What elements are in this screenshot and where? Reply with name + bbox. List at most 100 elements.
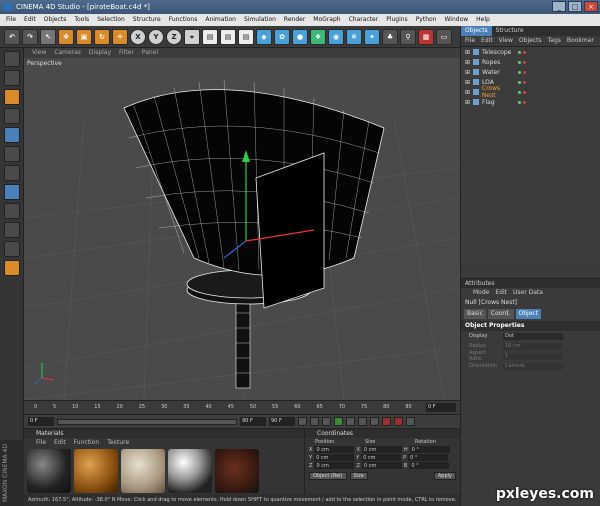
x-axis-icon[interactable]: X xyxy=(130,29,146,45)
polygons-mode-icon[interactable] xyxy=(4,165,20,181)
array-icon[interactable]: ❖ xyxy=(310,29,326,45)
expand-icon[interactable]: ⊞ xyxy=(465,49,470,56)
menu-functions[interactable]: Functions xyxy=(169,14,198,26)
autokey-icon[interactable] xyxy=(394,417,403,426)
size-x-field[interactable]: 0 cm xyxy=(361,446,402,453)
menu-file[interactable]: File xyxy=(6,14,16,26)
next-key-icon[interactable] xyxy=(358,417,367,426)
previous-frame-icon[interactable] xyxy=(322,417,331,426)
position-y-field[interactable]: 0 cm xyxy=(314,454,355,461)
viewport-menu-view[interactable]: View xyxy=(32,48,46,58)
display-select[interactable]: Dot xyxy=(503,332,563,340)
objects-menu-tags[interactable]: Tags xyxy=(548,36,561,46)
tab-structure[interactable]: Structure xyxy=(492,26,528,36)
keyframe-selection-icon[interactable] xyxy=(406,417,415,426)
menu-objects[interactable]: Objects xyxy=(44,14,67,26)
end-frame-field[interactable]: 90 F xyxy=(240,417,266,426)
previous-key-icon[interactable] xyxy=(310,417,319,426)
materials-menu-file[interactable]: File xyxy=(36,438,46,447)
nurbs-icon[interactable]: ● xyxy=(292,29,308,45)
tab-coord[interactable]: Coord. xyxy=(487,309,514,319)
size-y-field[interactable]: 0 cm xyxy=(361,454,402,461)
expand-icon[interactable]: ⊞ xyxy=(465,69,470,76)
menu-edit[interactable]: Edit xyxy=(24,14,36,26)
make-editable-icon[interactable] xyxy=(4,51,20,67)
object-row-crows-nest[interactable]: ⊞ Crows Nest xyxy=(461,85,600,99)
maximize-button[interactable]: □ xyxy=(568,1,582,12)
animation-mode-icon[interactable] xyxy=(4,241,20,257)
menu-window[interactable]: Window xyxy=(445,14,469,26)
materials-menu-texture[interactable]: Texture xyxy=(107,438,129,447)
camera-icon[interactable]: ✦ xyxy=(364,29,380,45)
record-icon[interactable] xyxy=(382,417,391,426)
visibility-dots[interactable] xyxy=(518,80,526,84)
points-mode-icon[interactable] xyxy=(4,127,20,143)
tab-objects[interactable]: Objects xyxy=(461,26,492,36)
objects-menu-objects[interactable]: Objects xyxy=(519,36,542,46)
viewport-menu-cameras[interactable]: Cameras xyxy=(54,48,81,58)
aspect-ratio-field[interactable]: 1 xyxy=(503,352,563,360)
viewport-menu-filter[interactable]: Filter xyxy=(119,48,134,58)
texture-mode-icon[interactable] xyxy=(4,89,20,105)
material-rope-tan[interactable] xyxy=(74,449,118,493)
workplane-mode-icon[interactable] xyxy=(4,108,20,124)
expand-icon[interactable]: ⊞ xyxy=(465,89,470,96)
cube-icon[interactable]: ◆ xyxy=(256,29,272,45)
start-frame-field[interactable]: 0 F xyxy=(28,417,54,426)
menu-animation[interactable]: Animation xyxy=(205,14,236,26)
objects-menu-edit[interactable]: Edit xyxy=(481,36,493,46)
minimize-button[interactable]: _ xyxy=(552,1,566,12)
menu-simulation[interactable]: Simulation xyxy=(244,14,276,26)
rotation-p-field[interactable]: 0 ° xyxy=(408,454,449,461)
objects-menu-file[interactable]: File xyxy=(465,36,475,46)
spline-icon[interactable]: ✿ xyxy=(274,29,290,45)
scene-icon[interactable]: ❄ xyxy=(346,29,362,45)
object-row-ropes[interactable]: ⊞ Ropes xyxy=(461,57,600,67)
material-rope-dark[interactable] xyxy=(27,449,71,493)
recent-tools-icon[interactable]: ✛ xyxy=(112,29,128,45)
orientation-select[interactable]: Camera xyxy=(503,362,563,370)
viewport-menu-panel[interactable]: Panel xyxy=(142,48,158,58)
visibility-dots[interactable] xyxy=(518,50,526,54)
current-frame-field[interactable]: 0 F xyxy=(426,403,456,412)
sculpt-mode-icon[interactable] xyxy=(4,260,20,276)
visibility-dots[interactable] xyxy=(518,70,526,74)
redo-icon[interactable]: ↷ xyxy=(22,29,38,45)
snap-icon[interactable]: ⚲ xyxy=(400,29,416,45)
close-button[interactable]: × xyxy=(584,1,598,12)
tweak-mode-icon[interactable] xyxy=(4,203,20,219)
go-to-start-icon[interactable] xyxy=(298,417,307,426)
menu-character[interactable]: Character xyxy=(349,14,379,26)
menu-python[interactable]: Python xyxy=(416,14,437,26)
rotation-b-field[interactable]: 0 ° xyxy=(409,462,450,469)
z-axis-icon[interactable]: Z xyxy=(166,29,182,45)
position-x-field[interactable]: 0 cm xyxy=(314,446,355,453)
menu-plugins[interactable]: Plugins xyxy=(386,14,408,26)
apply-button[interactable]: Apply xyxy=(433,472,456,480)
preview-end-field[interactable]: 90 F xyxy=(269,417,295,426)
deformer-icon[interactable]: ◉ xyxy=(328,29,344,45)
rotation-h-field[interactable]: 0 ° xyxy=(409,446,450,453)
material-wood[interactable] xyxy=(215,449,259,493)
render-view-icon[interactable]: ▤ xyxy=(202,29,218,45)
go-to-end-icon[interactable] xyxy=(370,417,379,426)
undo-icon[interactable]: ↶ xyxy=(4,29,20,45)
object-row-water[interactable]: ⊞ Water xyxy=(461,67,600,77)
expand-icon[interactable]: ⊞ xyxy=(465,79,470,86)
model-mode-icon[interactable] xyxy=(4,70,20,86)
menu-selection[interactable]: Selection xyxy=(97,14,125,26)
play-icon[interactable] xyxy=(334,417,343,426)
light-icon[interactable]: ♣ xyxy=(382,29,398,45)
render-picture-viewer-icon[interactable]: ▤ xyxy=(220,29,236,45)
attributes-menu-user-data[interactable]: User Data xyxy=(513,288,543,297)
material-metal[interactable] xyxy=(168,449,212,493)
coordinate-system-icon[interactable]: ⌖ xyxy=(184,29,200,45)
objects-menu-view[interactable]: View xyxy=(499,36,513,46)
visibility-dots[interactable] xyxy=(518,100,526,104)
menu-mograph[interactable]: MoGraph xyxy=(313,14,340,26)
expand-icon[interactable]: ⊞ xyxy=(465,59,470,66)
menu-help[interactable]: Help xyxy=(476,14,490,26)
attributes-menu-mode[interactable]: Mode xyxy=(473,288,489,297)
materials-menu-edit[interactable]: Edit xyxy=(54,438,66,447)
object-row-telescope[interactable]: ⊞ Telescope xyxy=(461,47,600,57)
